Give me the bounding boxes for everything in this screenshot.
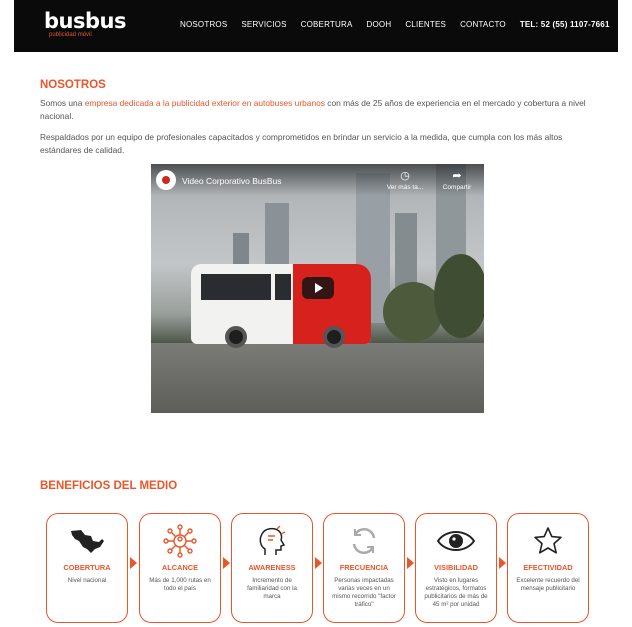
bg-tree [434,254,484,338]
chevron-right-icon [223,557,230,569]
nav-item-servicios[interactable]: SERVICIOS [241,20,286,29]
chevron-right-icon [315,557,322,569]
channel-avatar-icon[interactable] [156,170,176,190]
benefit-title: EFECTIVIDAD [523,563,573,572]
about-title: NOSOTROS [40,79,106,91]
eye-icon [416,524,496,558]
benefit-desc: Incremento de familiaridad con la marca [247,577,297,600]
benefit-title: VISIBILIDAD [434,563,478,572]
benefit-card-frecuencia: FRECUENCIA Personas impactadas varias ve… [323,513,405,623]
benefit-desc: Excelente recuerdo del mensaje publicita… [516,577,580,592]
benefit-desc: Personas impactadas varias veces en un m… [332,577,396,608]
share-label: Compartir [442,184,472,191]
watch-later-button[interactable]: ◷ Ver más ta... [383,170,427,191]
top-navbar: busbus publicidad móvil NOSOTROS SERVICI… [14,0,618,52]
chevron-right-icon [130,557,137,569]
benefit-card-awareness: AWARENESS Incremento de familiaridad con… [231,513,313,623]
star-icon [508,524,588,558]
refresh-cycle-icon [324,524,404,558]
nav-item-cobertura[interactable]: COBERTURA [301,20,353,29]
benefit-card-visibilidad: VISIBILIDAD Visto en lugares estratégico… [415,513,497,623]
about-p1-start: Somos una [40,98,85,108]
play-button[interactable] [302,277,334,299]
benefits-title: BENEFICIOS DEL MEDIO [40,480,178,492]
benefit-desc: Más de 1,000 rutas en todo el país [149,577,211,592]
nav-item-nosotros[interactable]: NOSOTROS [180,20,227,29]
video-player[interactable]: Video Corporativo BusBus ◷ Ver más ta...… [151,164,484,413]
bus-wheel [323,326,345,348]
chevron-right-icon [499,557,506,569]
bus-windows [201,274,271,300]
video-title[interactable]: Video Corporativo BusBus [182,176,282,186]
phone-link[interactable]: TEL: 52 (55) 1107-7661 [520,20,610,29]
chevron-right-icon [407,557,414,569]
brand-tagline: publicidad móvil [49,32,92,38]
benefit-title: AWARENESS [248,563,296,572]
bus-windows [275,274,291,300]
bg-road [151,343,484,413]
mexico-map-icon [47,524,127,558]
benefit-title: COBERTURA [63,563,111,572]
nav-item-dooh[interactable]: DOOH [367,20,392,29]
nav-item-contacto[interactable]: CONTACTO [460,20,506,29]
about-paragraph-1: Somos una empresa dedicada a la publicid… [40,97,600,122]
clock-icon: ◷ [400,170,410,182]
network-people-icon [140,524,220,558]
bus-image [191,256,371,348]
benefit-card-efectividad: EFECTIVIDAD Excelente recuerdo del mensa… [507,513,589,623]
benefit-title: FRECUENCIA [339,563,389,572]
benefit-desc: Nivel nacional [67,577,107,584]
brand-logo[interactable]: busbus [44,9,126,33]
about-paragraph-2: Respaldados por un equipo de profesional… [40,132,563,155]
watch-later-label: Ver más ta... [386,184,424,191]
nav-item-clientes[interactable]: CLIENTES [405,20,446,29]
benefit-card-alcance: ALCANCE Más de 1,000 rutas en todo el pa… [139,513,221,623]
about-p1-highlight: empresa dedicada a la publicidad exterio… [84,98,325,108]
share-button[interactable]: ➦ Compartir [435,170,479,191]
benefit-title: ALCANCE [161,563,199,572]
benefit-desc: Visto en lugares estratégicos, formatos … [424,577,488,608]
share-icon: ➦ [452,170,462,182]
benefit-card-cobertura: COBERTURA Nivel nacional [46,513,128,623]
bus-wheel [225,326,247,348]
head-idea-icon [232,524,312,558]
main-nav: NOSOTROS SERVICIOS COBERTURA DOOH CLIENT… [180,20,610,29]
